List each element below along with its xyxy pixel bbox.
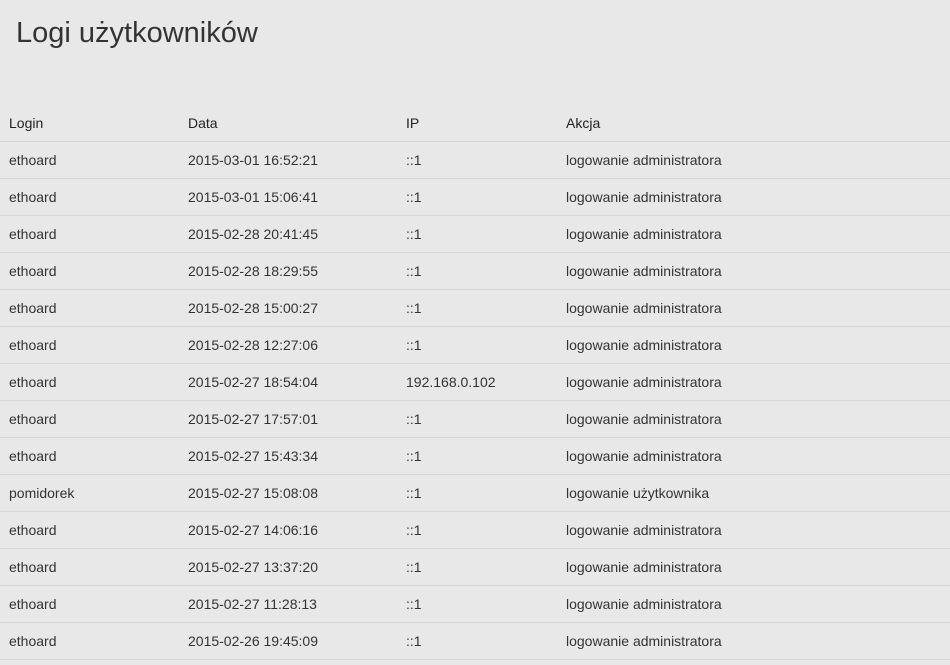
table-row: ethoard 2015-02-27 14:06:16::1 logowanie a… xyxy=(0,511,950,549)
cell-date: 2015-02-27 11:28:13 xyxy=(179,585,397,623)
table-row: ethoard 2015-02-27 15:43:34::1 logowanie a… xyxy=(0,437,950,475)
user-logs-table: Login Data IP Akcja ethoard 2015-03-01 16… xyxy=(0,104,950,660)
cell-login: ethoard xyxy=(0,215,179,253)
cell-action: logowanie użytkownika xyxy=(557,474,950,512)
cell-date: 2015-02-28 15:00:27 xyxy=(179,289,397,327)
column-header-login: Login xyxy=(0,104,179,142)
cell-ip: ::1 xyxy=(397,548,557,586)
cell-action: logowanie administratora xyxy=(557,548,950,586)
cell-ip: ::1 xyxy=(397,622,557,660)
cell-ip: ::1 xyxy=(397,511,557,549)
cell-action: logowanie administratora xyxy=(557,511,950,549)
table-row: ethoard 2015-02-27 11:28:13::1 logowanie a… xyxy=(0,585,950,623)
cell-login: ethoard xyxy=(0,548,179,586)
cell-action: logowanie administratora xyxy=(557,326,950,364)
table-row: pomidorek 2015-02-27 15:08:08::1 logowanie… xyxy=(0,474,950,512)
cell-date: 2015-02-27 15:43:34 xyxy=(179,437,397,475)
cell-action: logowanie administratora xyxy=(557,437,950,475)
cell-date: 2015-02-28 12:27:06 xyxy=(179,326,397,364)
cell-date: 2015-02-28 18:29:55 xyxy=(179,252,397,290)
table-row: ethoard 2015-03-01 16:52:21::1 logowanie a… xyxy=(0,141,950,179)
cell-login: pomidorek xyxy=(0,474,179,512)
cell-date: 2015-02-27 13:37:20 xyxy=(179,548,397,586)
cell-login: ethoard xyxy=(0,141,179,179)
cell-ip: ::1 xyxy=(397,437,557,475)
table-header: Login Data IP Akcja xyxy=(0,104,950,142)
cell-login: ethoard xyxy=(0,363,179,401)
table-row: ethoard 2015-02-28 18:29:55::1 logowanie a… xyxy=(0,252,950,290)
cell-ip: ::1 xyxy=(397,326,557,364)
cell-action: logowanie administratora xyxy=(557,585,950,623)
cell-ip: ::1 xyxy=(397,400,557,438)
column-header-date: Data xyxy=(179,104,397,142)
cell-date: 2015-02-27 17:57:01 xyxy=(179,400,397,438)
cell-date: 2015-03-01 16:52:21 xyxy=(179,141,397,179)
table-row: ethoard 2015-02-26 19:45:09::1 logowanie a… xyxy=(0,622,950,660)
column-header-action: Akcja xyxy=(557,104,950,142)
cell-date: 2015-02-27 18:54:04 xyxy=(179,363,397,401)
cell-action: logowanie administratora xyxy=(557,252,950,290)
cell-date: 2015-02-28 20:41:45 xyxy=(179,215,397,253)
cell-action: logowanie administratora xyxy=(557,289,950,327)
cell-action: logowanie administratora xyxy=(557,178,950,216)
cell-login: ethoard xyxy=(0,178,179,216)
cell-ip: ::1 xyxy=(397,474,557,512)
table-row: ethoard 2015-02-28 15:00:27::1 logowanie a… xyxy=(0,289,950,327)
cell-login: ethoard xyxy=(0,289,179,327)
cell-login: ethoard xyxy=(0,622,179,660)
table-row: ethoard 2015-02-27 13:37:20::1 logowanie a… xyxy=(0,548,950,586)
cell-login: ethoard xyxy=(0,400,179,438)
table-header-row: Login Data IP Akcja xyxy=(0,104,950,142)
cell-date: 2015-02-27 14:06:16 xyxy=(179,511,397,549)
cell-login: ethoard xyxy=(0,326,179,364)
cell-ip: ::1 xyxy=(397,141,557,179)
cell-login: ethoard xyxy=(0,437,179,475)
cell-ip: ::1 xyxy=(397,289,557,327)
cell-action: logowanie administratora xyxy=(557,141,950,179)
cell-ip: 192.168.0.102 xyxy=(397,363,557,401)
column-header-ip: IP xyxy=(397,104,557,142)
cell-action: logowanie administratora xyxy=(557,363,950,401)
cell-ip: ::1 xyxy=(397,178,557,216)
table-row: ethoard 2015-02-27 17:57:01::1 logowanie a… xyxy=(0,400,950,438)
page-title: Logi użytkowników xyxy=(16,17,258,49)
cell-ip: ::1 xyxy=(397,215,557,253)
cell-action: logowanie administratora xyxy=(557,215,950,253)
table-row: ethoard 2015-02-27 18:54:04 192.168.0.102 l… xyxy=(0,363,950,401)
cell-date: 2015-03-01 15:06:41 xyxy=(179,178,397,216)
cell-action: logowanie administratora xyxy=(557,622,950,660)
table-row: ethoard 2015-03-01 15:06:41::1 logowanie a… xyxy=(0,178,950,216)
cell-date: 2015-02-27 15:08:08 xyxy=(179,474,397,512)
cell-ip: ::1 xyxy=(397,252,557,290)
table-body: ethoard 2015-03-01 16:52:21::1 logowanie a… xyxy=(0,141,950,660)
cell-login: ethoard xyxy=(0,252,179,290)
cell-ip: ::1 xyxy=(397,585,557,623)
cell-date: 2015-02-26 19:45:09 xyxy=(179,622,397,660)
cell-login: ethoard xyxy=(0,585,179,623)
table-row: ethoard 2015-02-28 12:27:06::1 logowanie a… xyxy=(0,326,950,364)
cell-login: ethoard xyxy=(0,511,179,549)
cell-action: logowanie administratora xyxy=(557,400,950,438)
table-row: ethoard 2015-02-28 20:41:45::1 logowanie a… xyxy=(0,215,950,253)
